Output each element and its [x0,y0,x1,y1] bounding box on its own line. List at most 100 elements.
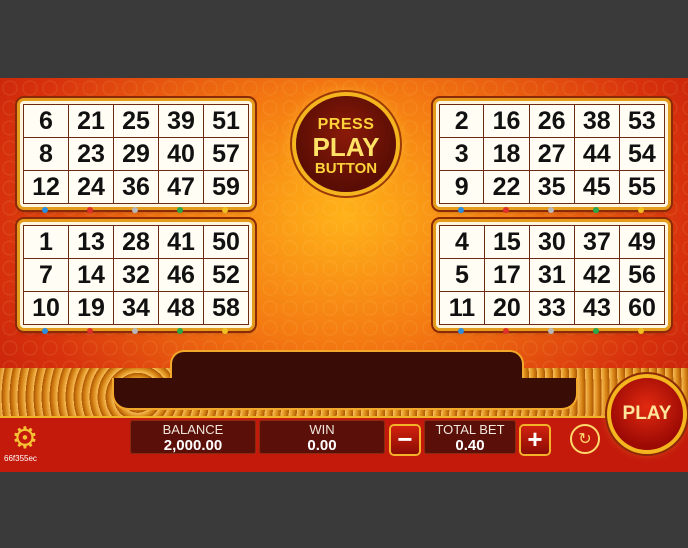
bingo-number-cell: 18 [483,137,530,171]
bingo-number-cell: 51 [203,104,249,138]
total-bet-value: 0.40 [455,437,485,454]
bingo-row: 3 18 27 44 54 [438,137,666,171]
color-dot [222,328,228,334]
bingo-number-cell: 54 [618,137,666,171]
color-dot [177,328,183,334]
settings-gear-icon[interactable]: ⚙ [10,424,40,454]
total-bet-panel: TOTAL BET 0.40 [424,420,516,454]
color-dot [87,328,93,334]
bingo-row: 1 13 28 41 50 [23,225,249,259]
increase-bet-button[interactable]: + [521,426,549,454]
bingo-number-cell: 53 [618,104,666,138]
bingo-number-cell: 28 [113,225,159,259]
play-label: PLAY [312,132,380,162]
bingo-number-cell: 11 [439,291,485,325]
bingo-number-cell: 59 [203,170,249,204]
bingo-row: 7 14 32 46 52 [23,258,249,292]
bingo-number-cell: 3 [438,137,485,171]
bingo-number-cell: 30 [528,225,575,259]
color-dot [42,207,48,213]
bingo-number-cell: 17 [483,258,530,292]
bingo-number-cell: 50 [203,225,249,259]
ball-tray-bottom [112,378,578,410]
card-color-dots [436,328,668,334]
bingo-row: 8 23 29 40 57 [23,137,249,171]
color-dot [548,328,554,334]
bingo-card-3[interactable]: 1 13 28 41 50 7 14 32 46 52 10 19 34 48 58 [20,222,252,334]
bingo-number-cell: 22 [483,170,530,204]
color-dot [593,328,599,334]
bingo-number-cell: 45 [573,170,620,204]
bingo-number-cell: 42 [573,258,620,292]
bingo-number-cell: 44 [573,137,620,171]
bingo-row: 2 16 26 38 53 [438,104,666,138]
bingo-number-cell: 48 [158,291,204,325]
bingo-number-cell: 19 [68,291,114,325]
bingo-number-cell: 23 [68,137,114,171]
bingo-number-cell: 26 [528,104,575,138]
color-dot [132,328,138,334]
bingo-number-cell: 49 [618,225,666,259]
color-dot [222,207,228,213]
card-color-dots [436,207,668,213]
bingo-number-cell: 43 [573,291,620,325]
bingo-number-cell: 40 [158,137,204,171]
bingo-number-cell: 34 [113,291,159,325]
bingo-card-2[interactable]: 2 16 26 38 53 3 18 27 44 54 9 22 35 45 55 [436,101,668,213]
bingo-number-cell: 1 [23,225,69,259]
bingo-grid: 1 13 28 41 50 7 14 32 46 52 10 19 34 48 58 [23,225,249,325]
bingo-grid: 6 21 25 39 51 8 23 29 40 57 12 24 36 47 59 [23,104,249,204]
color-dot [593,207,599,213]
color-dot [132,207,138,213]
total-bet-label: TOTAL BET [435,422,505,437]
bingo-number-cell: 20 [483,291,530,325]
bingo-number-cell: 5 [439,258,485,292]
bingo-number-cell: 6 [23,104,69,138]
bingo-number-cell: 33 [528,291,575,325]
bingo-number-cell: 41 [158,225,204,259]
bingo-card-4[interactable]: 4 15 30 37 49 5 17 31 42 56 11 20 33 43 60 [436,222,668,334]
bingo-number-cell: 60 [618,291,666,325]
bingo-number-cell: 32 [113,258,159,292]
bingo-number-cell: 14 [68,258,114,292]
bingo-grid: 4 15 30 37 49 5 17 31 42 56 11 20 33 43 60 [439,225,666,325]
color-dot [177,207,183,213]
color-dot [503,328,509,334]
color-dot [42,328,48,334]
bingo-row: 9 22 35 45 55 [438,170,666,204]
card-color-dots [20,328,252,334]
bingo-number-cell: 25 [113,104,159,138]
balance-value: 2,000.00 [163,437,223,454]
bingo-number-cell: 38 [573,104,620,138]
bingo-number-cell: 13 [68,225,114,259]
bingo-number-cell: 12 [23,170,69,204]
color-dot [458,328,464,334]
color-dot [458,207,464,213]
bingo-number-cell: 47 [158,170,204,204]
color-dot [638,328,644,334]
color-dot [503,207,509,213]
bingo-number-cell: 39 [158,104,204,138]
bingo-number-cell: 35 [528,170,575,204]
bingo-number-cell: 58 [203,291,249,325]
bingo-number-cell: 9 [438,170,485,204]
bingo-number-cell: 21 [68,104,114,138]
bingo-number-cell: 10 [23,291,69,325]
bingo-number-cell: 24 [68,170,114,204]
bingo-card-1[interactable]: 6 21 25 39 51 8 23 29 40 57 12 24 36 47 59 [20,101,252,213]
win-panel: WIN 0.00 [259,420,385,454]
win-value: 0.00 [307,437,337,454]
balance-panel: BALANCE 2,000.00 [130,420,256,454]
autoplay-icon[interactable]: ↻ [570,424,600,454]
bingo-number-cell: 57 [203,137,249,171]
bingo-row: 11 20 33 43 60 [439,291,666,325]
bingo-number-cell: 52 [203,258,249,292]
color-dot [87,207,93,213]
bingo-number-cell: 16 [483,104,530,138]
bingo-number-cell: 36 [113,170,159,204]
card-color-dots [20,207,252,213]
bingo-number-cell: 55 [618,170,666,204]
decrease-bet-button[interactable]: − [391,426,419,454]
bingo-number-cell: 15 [483,225,530,259]
play-button[interactable]: PLAY [611,378,683,450]
